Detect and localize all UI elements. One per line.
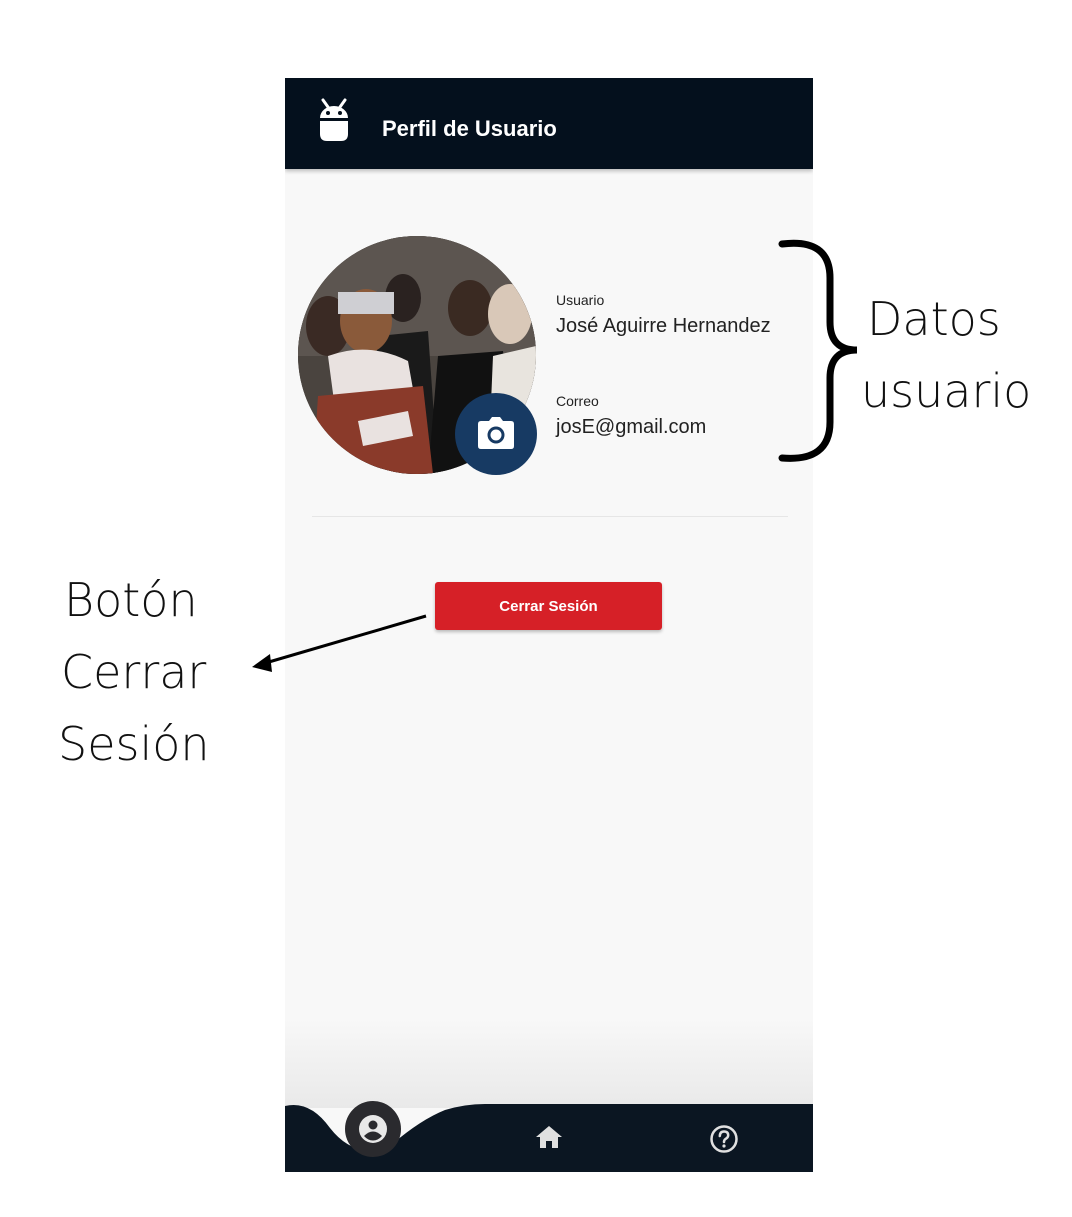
- help-circle-icon[interactable]: [709, 1124, 739, 1154]
- android-icon: [320, 98, 348, 141]
- divider: [312, 516, 788, 517]
- account-circle-icon: [359, 1115, 387, 1143]
- annotation-user-data-line1: Datos: [867, 292, 1001, 346]
- email-value: josE@gmail.com: [556, 416, 707, 438]
- arrow-head: [252, 654, 272, 672]
- bottom-fade: [285, 1018, 813, 1108]
- nav-profile-button[interactable]: [345, 1101, 401, 1157]
- page-title: Perfil de Usuario: [382, 116, 557, 141]
- camera-icon: [478, 417, 514, 449]
- annotation-logout-line3: Sesión: [58, 717, 210, 771]
- change-photo-button[interactable]: [455, 393, 537, 475]
- email-label: Correo: [556, 393, 599, 409]
- annotation-logout-line1: Botón: [64, 573, 198, 627]
- username-label: Usuario: [556, 292, 605, 308]
- annotation-logout-line2: Cerrar: [61, 645, 207, 699]
- username-value: José Aguirre Hernandez: [556, 315, 771, 337]
- annotation-user-data-line2: usuario: [861, 364, 1032, 418]
- home-icon[interactable]: [535, 1124, 563, 1150]
- app-bar: Perfil de Usuario: [285, 78, 813, 169]
- logout-button[interactable]: Cerrar Sesión: [435, 582, 662, 630]
- phone-screen: Perfil de Usuario Usuario José Aguirre H: [285, 78, 813, 1172]
